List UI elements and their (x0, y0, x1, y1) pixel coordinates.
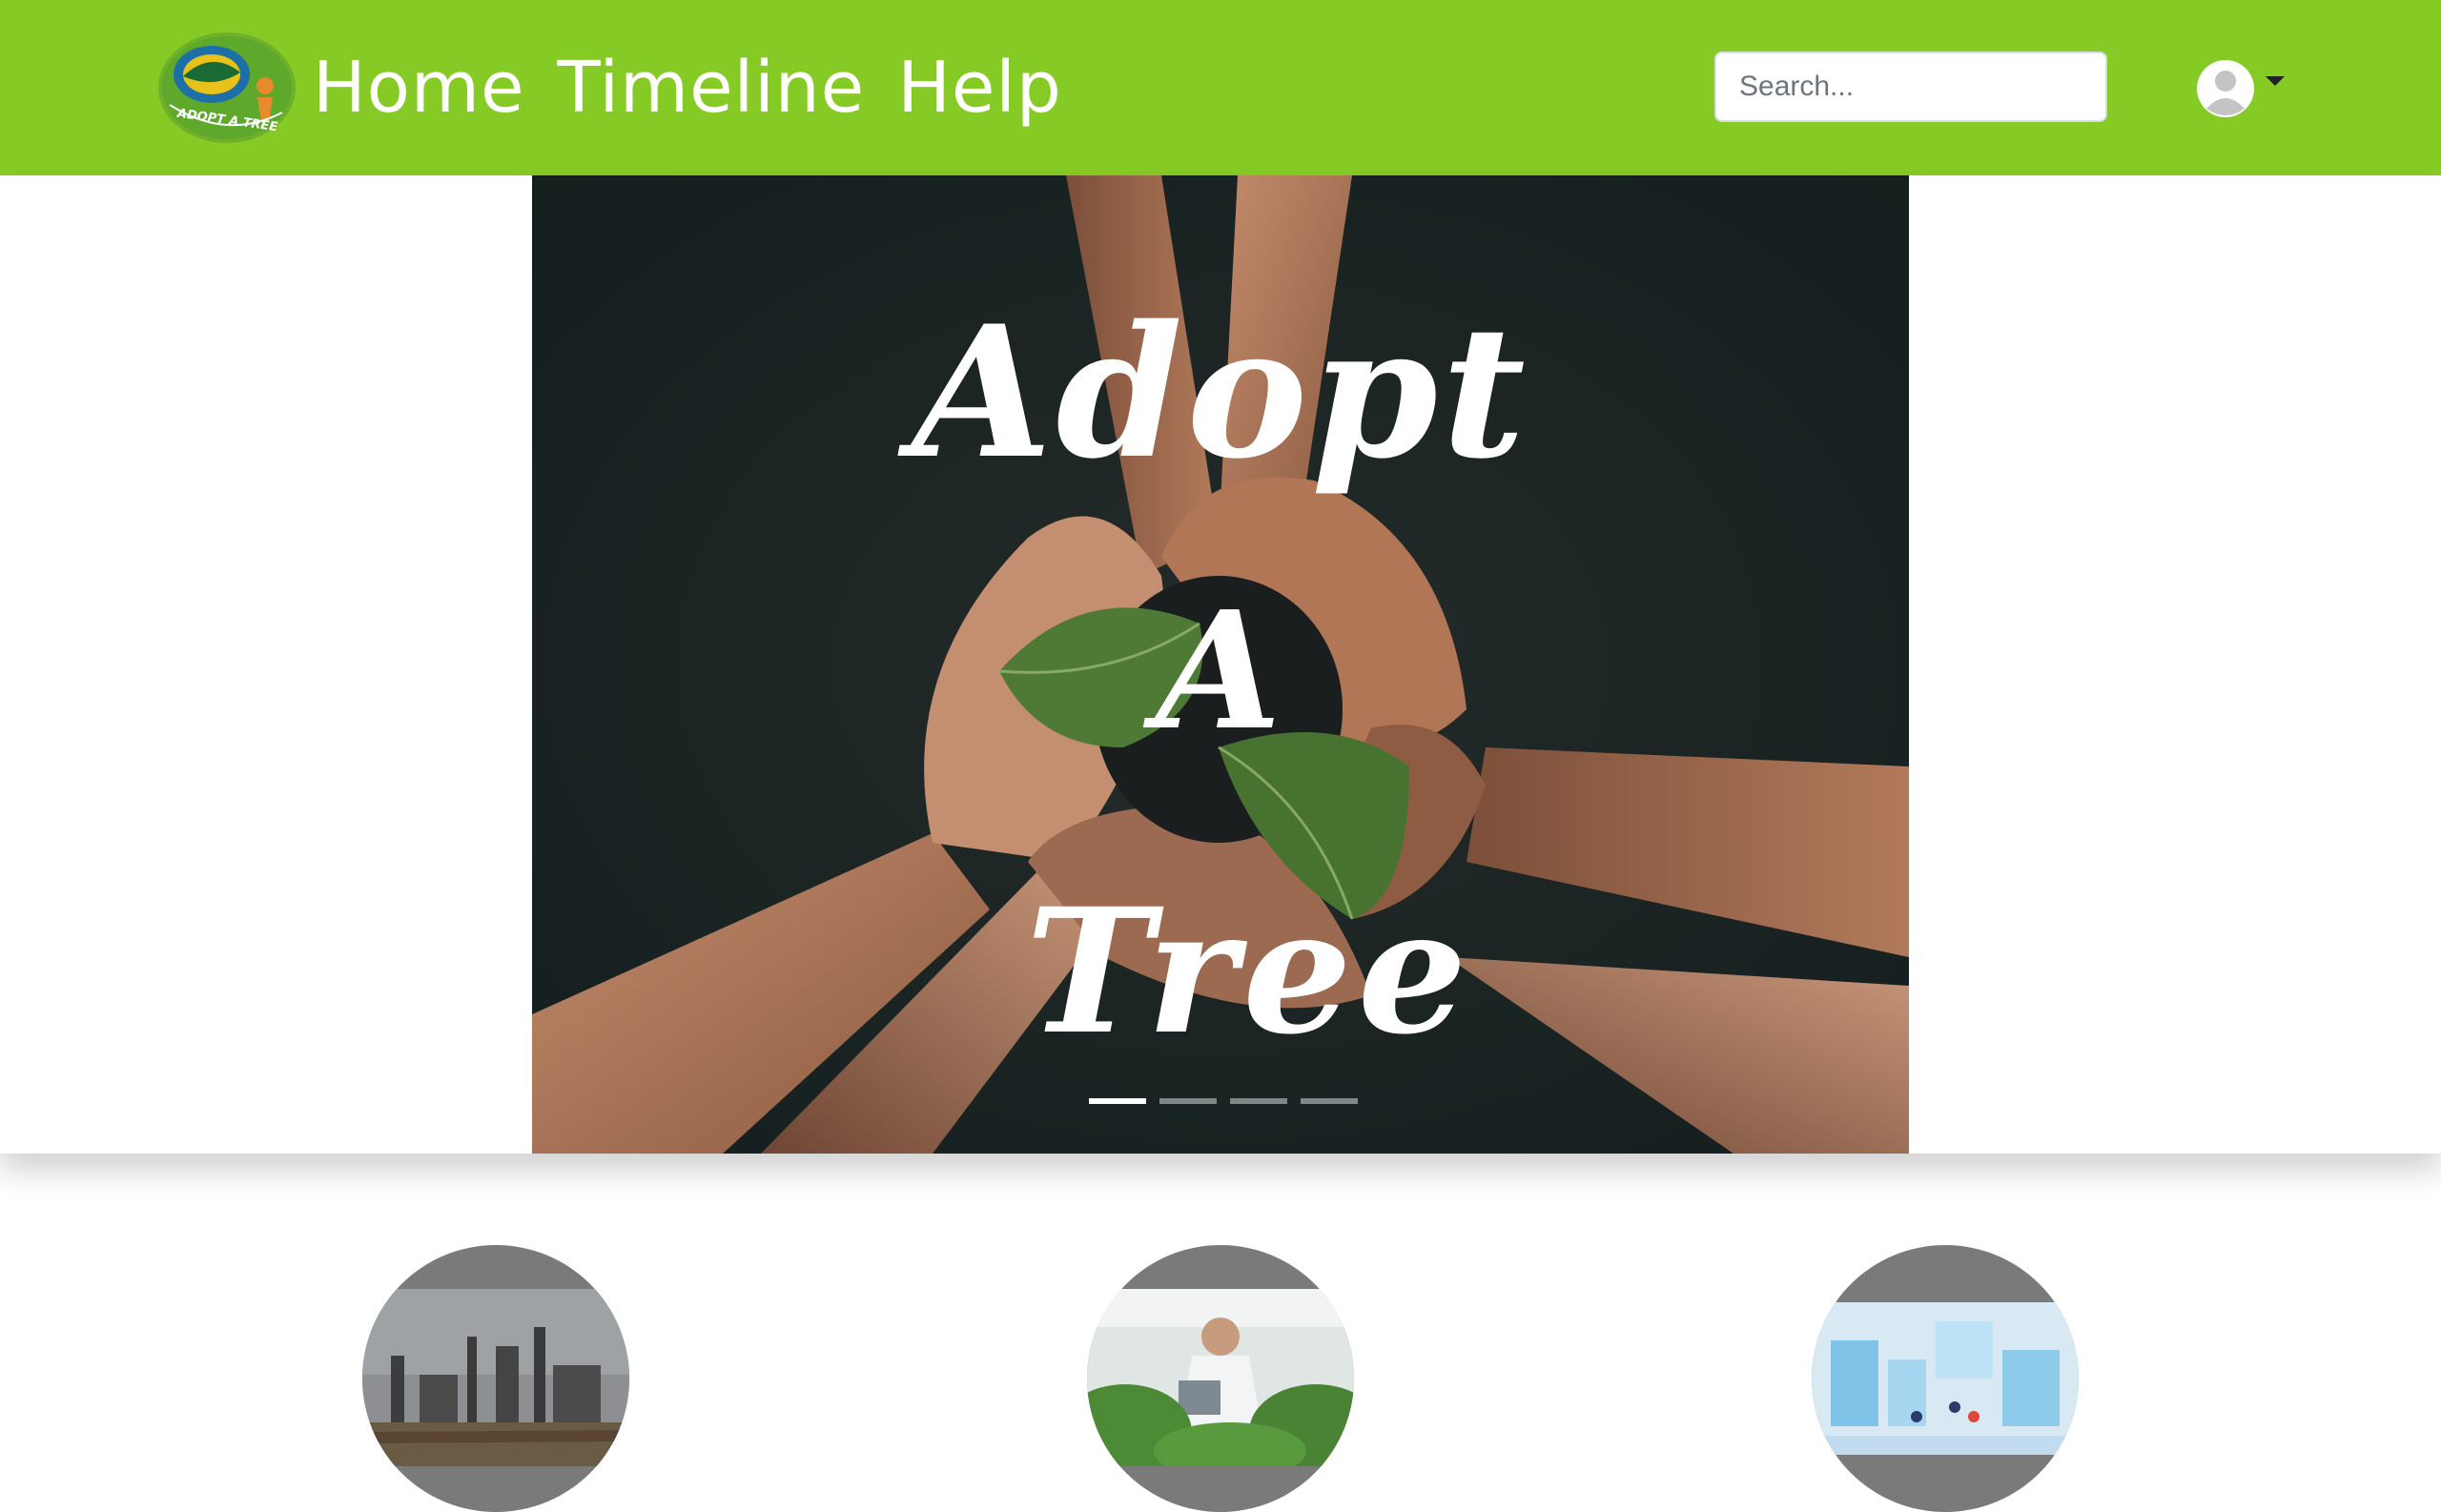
carousel-indicator-4[interactable] (1301, 1098, 1358, 1104)
top-navbar: ADOPT A TREE Home Timeline Help (0, 0, 2441, 175)
nav-link-help[interactable]: Help (897, 47, 1062, 129)
hero-title-a: A (1156, 576, 1282, 766)
carousel-indicator-2[interactable] (1159, 1098, 1217, 1104)
data-center-illustration (1812, 1302, 2079, 1455)
main-nav: Home Timeline Help (313, 38, 1062, 137)
feature-circle-datacenter[interactable] (1812, 1245, 2079, 1512)
user-avatar-icon (2197, 60, 2254, 117)
scientist-plants-image (1087, 1289, 1354, 1466)
hero-title-adopt: Adopt (912, 286, 1529, 499)
carousel-indicator-1[interactable] (1089, 1098, 1146, 1104)
adopt-a-tree-logo[interactable]: ADOPT A TREE (156, 31, 297, 145)
hero-slide: Adopt A Tree (532, 175, 1909, 1154)
carousel-indicator-3[interactable] (1230, 1098, 1287, 1104)
carousel-indicators (1089, 1098, 1358, 1104)
search-input[interactable] (1714, 51, 2107, 122)
caret-down-icon (2266, 76, 2285, 86)
feature-circle-scientist[interactable] (1087, 1245, 1354, 1512)
hero-carousel: Adopt A Tree (0, 175, 2441, 1154)
user-menu-dropdown[interactable] (2197, 55, 2296, 122)
nav-link-home[interactable]: Home (313, 47, 525, 129)
hero-title-tree: Tree (1025, 871, 1473, 1073)
nav-link-timeline[interactable]: Timeline (558, 47, 866, 129)
feature-circle-factory[interactable] (362, 1245, 629, 1512)
factory-image (362, 1289, 629, 1466)
